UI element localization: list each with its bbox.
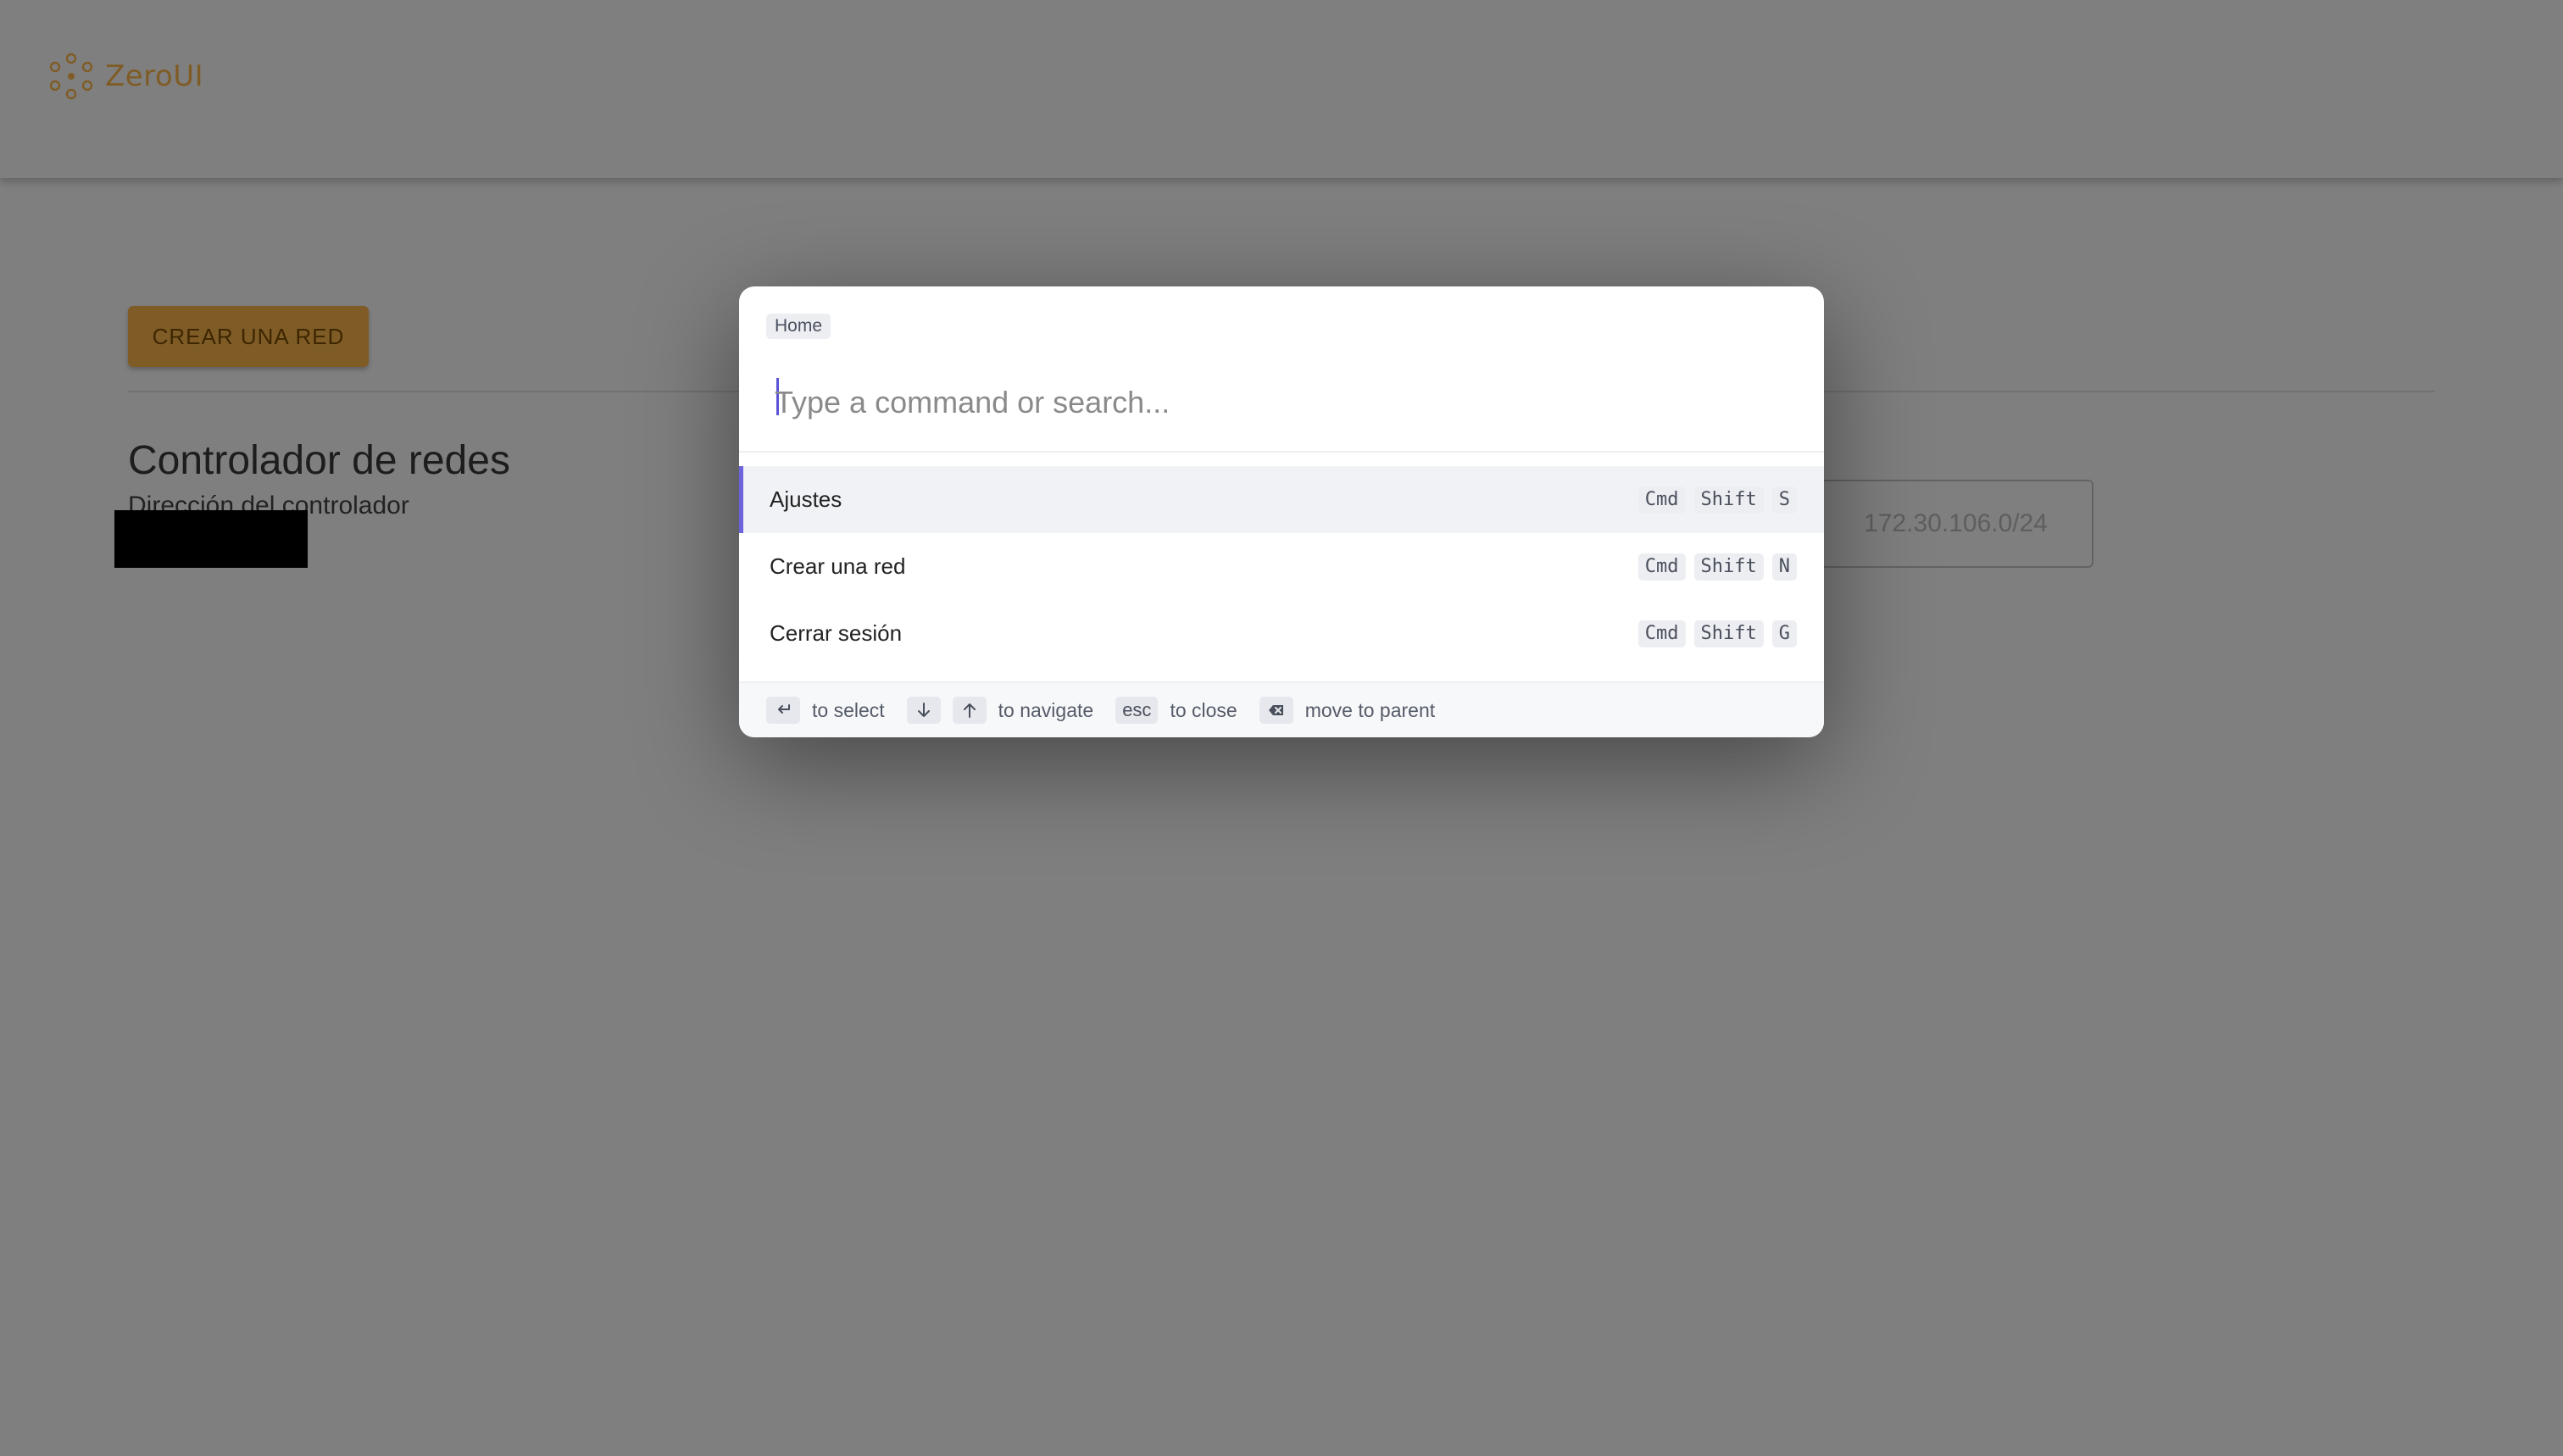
page: ZeroUI CREAR UNA RED Controlador de rede… <box>0 0 2563 1456</box>
command-search-input[interactable] <box>775 373 1792 432</box>
command-label: Ajustes <box>770 486 842 512</box>
footer-hint-select: to select <box>812 698 885 721</box>
palette-divider <box>739 451 1824 453</box>
shortcut-keys: Cmd Shift N <box>1637 553 1797 581</box>
shortcut-keys: Cmd Shift S <box>1637 486 1797 514</box>
command-item-create-network[interactable]: Crear una red Cmd Shift N <box>739 533 1824 600</box>
kbd-key: Cmd <box>1637 620 1686 647</box>
kbd-key: N <box>1771 553 1797 581</box>
shortcut-keys: Cmd Shift G <box>1637 620 1797 647</box>
palette-footer: to select to navigate esc to close move … <box>739 681 1824 737</box>
command-list: Ajustes Cmd Shift S Crear una red Cmd Sh… <box>739 466 1824 667</box>
footer-hint-parent: move to parent <box>1304 698 1436 721</box>
kbd-key: G <box>1771 620 1797 647</box>
breadcrumb[interactable]: Home <box>766 314 831 339</box>
kbd-key: Cmd <box>1637 553 1686 581</box>
command-palette: Home Ajustes Cmd Shift S Crear una red C… <box>739 286 1824 737</box>
command-label: Crear una red <box>770 553 906 579</box>
kbd-key: Shift <box>1693 486 1764 514</box>
enter-key-icon <box>766 697 800 724</box>
footer-hint-close: to close <box>1170 698 1237 721</box>
footer-hint-navigate: to navigate <box>998 698 1094 721</box>
backspace-key-icon <box>1259 697 1293 724</box>
command-label: Cerrar sesión <box>770 620 903 646</box>
command-item-logout[interactable]: Cerrar sesión Cmd Shift G <box>739 600 1824 667</box>
kbd-key: Shift <box>1693 620 1764 647</box>
arrow-up-icon <box>952 697 987 724</box>
command-item-settings[interactable]: Ajustes Cmd Shift S <box>739 466 1824 533</box>
arrow-down-icon <box>906 697 941 724</box>
kbd-key: Shift <box>1693 553 1764 581</box>
kbd-key: Cmd <box>1637 486 1686 514</box>
kbd-key: S <box>1771 486 1797 514</box>
esc-key: esc <box>1115 697 1159 724</box>
